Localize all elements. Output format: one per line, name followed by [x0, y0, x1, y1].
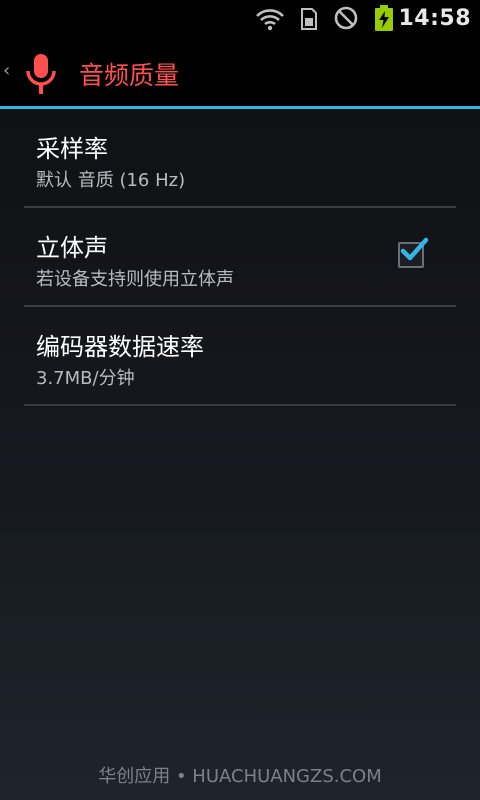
- checkmark-icon: [400, 237, 429, 261]
- pref-stereo[interactable]: 立体声 若设备支持则使用立体声: [24, 208, 456, 307]
- pref-summary: 默认 音质 (16 Hz): [36, 170, 186, 191]
- preference-list: 采样率 默认 音质 (16 Hz) 立体声 若设备支持则使用立体声 编码器数据速…: [24, 109, 456, 406]
- microphone-icon[interactable]: [24, 52, 58, 96]
- pref-summary: 3.7MB/分钟: [36, 368, 135, 389]
- watermark: 华创应用 • HUACHUANGZS.COM: [98, 766, 382, 787]
- wifi-icon: [256, 9, 284, 31]
- action-bar: ‹ 音频质量: [0, 38, 480, 107]
- pref-title: 编码器数据速率: [36, 333, 204, 361]
- pref-summary: 若设备支持则使用立体声: [36, 269, 234, 290]
- pref-sample-rate[interactable]: 采样率 默认 音质 (16 Hz): [24, 109, 456, 208]
- pref-encoder-bitrate[interactable]: 编码器数据速率 3.7MB/分钟: [24, 307, 456, 406]
- status-bar: 14:58: [0, 0, 480, 38]
- pref-title: 采样率: [36, 135, 108, 163]
- battery-charging-icon: [375, 5, 393, 31]
- stereo-checkbox[interactable]: [398, 237, 429, 268]
- sim-card-icon: [301, 8, 317, 30]
- blocked-icon: [334, 6, 358, 30]
- pref-title: 立体声: [36, 234, 108, 262]
- back-chevron-icon[interactable]: ‹: [3, 60, 10, 81]
- status-time: 14:58: [398, 6, 471, 31]
- page-title: 音频质量: [79, 61, 180, 90]
